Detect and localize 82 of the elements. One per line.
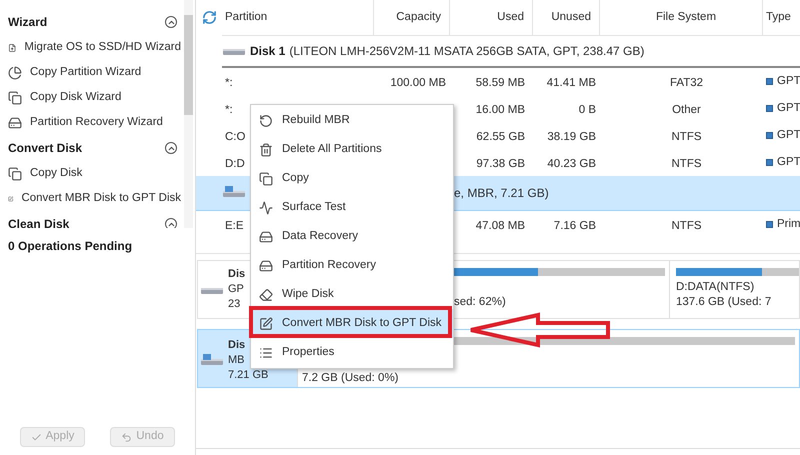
partition-usage: sed: 62%)	[454, 295, 507, 310]
square-icon	[766, 78, 773, 85]
table-cell: 0 B	[578, 104, 596, 116]
table-cell-text: Prim	[777, 216, 800, 232]
partition-label: D:DATA(NTFS)	[676, 280, 756, 295]
table-cell: D:D	[225, 158, 245, 170]
pulse-icon	[259, 200, 273, 214]
table-cell-text: GPT	[777, 154, 800, 170]
sidebar-item[interactable]: Copy Disk Wizard	[30, 88, 122, 106]
table-cell: *:	[225, 76, 233, 88]
pending-operations: 0 Operations Pending	[8, 239, 132, 253]
collapse-icon[interactable]	[165, 16, 177, 28]
square-icon	[766, 132, 773, 139]
eraser-icon	[259, 288, 273, 302]
disk-details: e, MBR, 7.21 GB)	[454, 185, 549, 202]
table-cell: C:O	[225, 130, 246, 142]
table-cell: 16.00 MB	[476, 104, 525, 116]
hard-drive-icon	[259, 258, 273, 272]
table-cell: NTFS	[671, 158, 702, 170]
menu-item[interactable]: Delete All Partitions	[251, 135, 453, 164]
rotate-icon	[259, 114, 273, 128]
copy-icon	[259, 172, 273, 186]
square-pen-icon	[259, 316, 273, 330]
column-header[interactable]: Type	[763, 0, 800, 35]
table-cell: 58.59 MB	[476, 76, 525, 88]
usb-drive-icon	[222, 186, 246, 200]
partition-usage: 137.6 GB (Used: 7	[676, 295, 772, 310]
disk-info: 23	[228, 297, 240, 312]
disk-info: GP	[228, 282, 244, 297]
section-title: Clean Disk	[8, 216, 70, 228]
table-cell: 47.08 MB	[476, 220, 525, 232]
partition-block[interactable]: D:DATA(NTFS) 137.6 GB (Used: 7	[669, 261, 799, 318]
square-icon	[766, 221, 773, 228]
table-cell-text: GPT	[777, 128, 800, 143]
table-cell-text: GPT	[777, 100, 800, 116]
menu-item[interactable]: Rebuild MBR	[251, 106, 453, 135]
usb-drive-icon	[200, 354, 224, 368]
disk-info: Dis	[228, 338, 246, 353]
section-title: Wizard	[8, 14, 48, 31]
sidebar-item[interactable]: Copy Partition Wizard	[30, 64, 142, 82]
table-cell: 38.19 GB	[547, 130, 596, 142]
sidebar-item[interactable]: Partition Recovery Wizard	[30, 114, 163, 132]
table-cell: FAT32	[670, 76, 704, 88]
scrollbar[interactable]	[184, 0, 193, 228]
sidebar-item[interactable]: Migrate OS to SSD/HD Wizard	[24, 38, 181, 56]
copy-icon	[8, 90, 22, 104]
check-icon	[30, 432, 42, 442]
square-icon	[766, 105, 773, 112]
table-cell: 62.55 GB	[476, 130, 525, 142]
disk-info: MB	[228, 353, 244, 368]
copy-icon	[8, 166, 22, 180]
table-cell: Other	[672, 104, 701, 116]
table-cell: 41.41 MB	[546, 76, 596, 88]
table-cell: E:E	[225, 220, 244, 232]
disk-info: Dis	[228, 267, 246, 282]
undo-icon	[121, 432, 132, 442]
hard-drive-icon	[8, 116, 22, 130]
table-cell: NTFS	[671, 220, 702, 232]
sidebar-item[interactable]: Convert MBR Disk to GPT Disk	[21, 190, 181, 208]
menu-item[interactable]: Data Recovery	[251, 222, 453, 251]
table-cell: 100.00 MB	[390, 76, 446, 88]
disk-name: Disk 1	[250, 43, 286, 60]
collapse-icon[interactable]	[165, 218, 177, 228]
disk-details: (LITEON LMH-256V2M-11 MSATA 256GB SATA, GPT, 238.47 GB)	[289, 43, 644, 60]
table-cell: NTFS	[671, 130, 702, 142]
trash-icon	[259, 142, 273, 156]
table-cell-text: GPT	[777, 74, 800, 89]
table-cell: 7.16 GB	[554, 220, 596, 232]
section-title: Convert Disk	[8, 140, 82, 157]
disk-row[interactable]: Disk 1 (LITEON LMH-256V2M-11 MSATA 256GB SATA, GPT, 238.47 GB)	[196, 36, 800, 68]
disk-info: 7.21 GB	[228, 368, 268, 383]
sidebar-item[interactable]: Copy Disk	[30, 164, 82, 182]
collapse-icon[interactable]	[165, 142, 177, 154]
table-cell: 40.23 GB	[547, 158, 596, 170]
table-cell: *:	[225, 104, 233, 116]
pie-chart-icon	[8, 66, 22, 80]
table-cell: 97.38 GB	[476, 158, 525, 170]
list-icon	[259, 346, 273, 360]
hard-drive-icon	[259, 230, 273, 244]
partition-usage: 7.2 GB (Used: 0%)	[302, 371, 400, 386]
refresh-icon[interactable]	[202, 10, 216, 25]
square-icon	[766, 159, 773, 166]
